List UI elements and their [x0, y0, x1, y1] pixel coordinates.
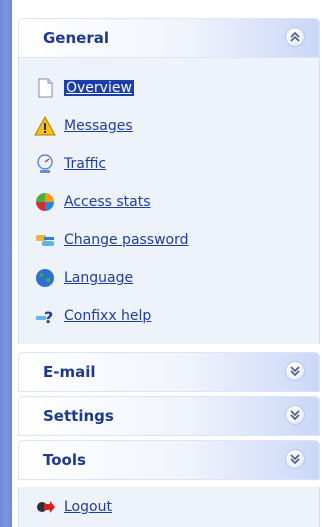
document-icon [34, 77, 56, 99]
nav-item-label: Language [64, 270, 134, 286]
nav-item-label: Confixx help [64, 308, 152, 324]
section-title-tools: Tools [43, 451, 86, 469]
nav-item-language[interactable]: Language [34, 264, 133, 292]
nav-item-confixx-help[interactable]: ? Confixx help [34, 302, 151, 330]
nav-item-logout[interactable]: Logout [34, 493, 112, 521]
chevron-down-double-icon[interactable] [285, 449, 305, 469]
section-header-settings[interactable]: Settings [18, 396, 320, 436]
warning-icon [34, 115, 56, 137]
nav-item-access-stats[interactable]: Access stats [34, 188, 151, 216]
sidebar-frame: General Overview Messages Traffic Access… [0, 0, 322, 527]
section-title-settings: Settings [43, 407, 114, 425]
section-header-email[interactable]: E-mail [18, 352, 320, 392]
chevron-down-double-icon[interactable] [285, 361, 305, 381]
section-title-general: General [43, 29, 109, 47]
chevron-down-double-icon[interactable] [285, 405, 305, 425]
chevron-up-double-icon[interactable] [285, 27, 305, 47]
section-title-email: E-mail [43, 363, 96, 381]
section-header-general[interactable]: General [18, 18, 320, 58]
globe-icon [34, 267, 56, 289]
pie-chart-icon [34, 191, 56, 213]
nav-item-label: Overview [64, 80, 134, 96]
nav-item-label: Traffic [64, 156, 107, 172]
help-icon: ? [34, 305, 56, 327]
nav-item-messages[interactable]: Messages [34, 112, 133, 140]
svg-text:?: ? [44, 308, 53, 327]
logout-arrow-icon [34, 496, 56, 518]
nav-item-traffic[interactable]: Traffic [34, 150, 106, 178]
nav-item-label: Change password [64, 232, 189, 248]
nav-item-label: Messages [64, 118, 133, 134]
gauge-icon [34, 153, 56, 175]
left-accent-strip [0, 0, 12, 527]
nav-item-label: Logout [64, 499, 112, 515]
nav-item-change-password[interactable]: Change password [34, 226, 189, 254]
keys-icon [34, 229, 56, 251]
section-header-tools[interactable]: Tools [18, 440, 320, 480]
nav-item-overview[interactable]: Overview [34, 74, 134, 102]
nav-item-label: Access stats [64, 194, 151, 210]
